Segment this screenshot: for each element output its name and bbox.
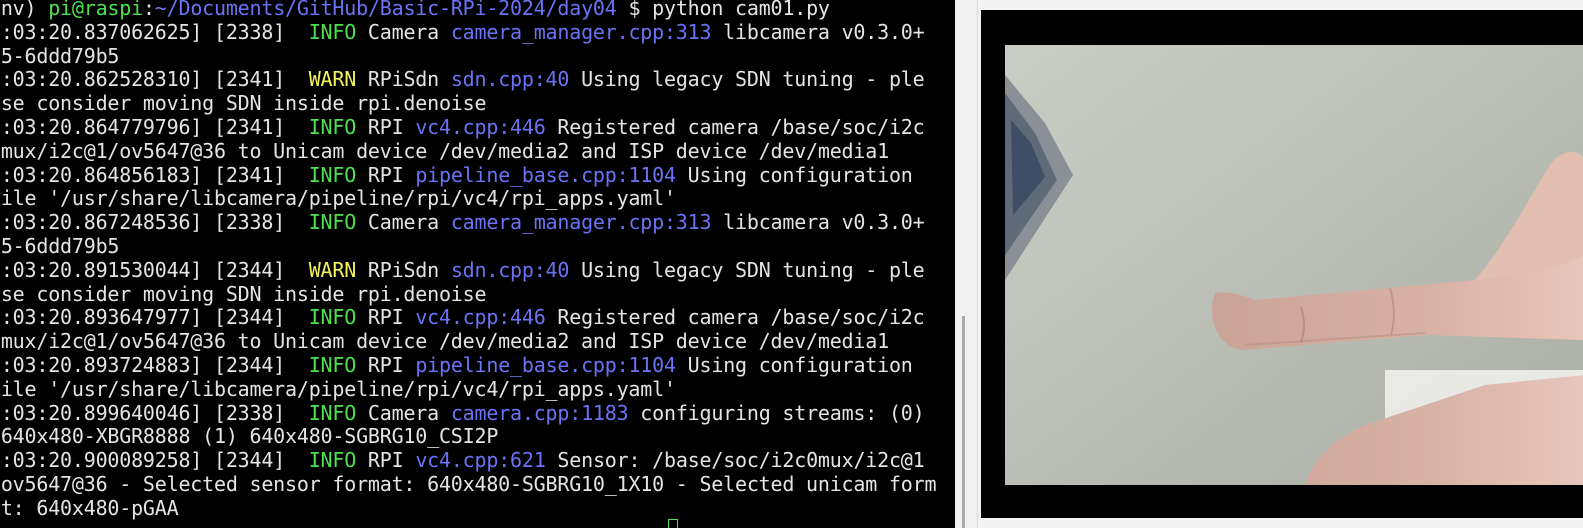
- terminal-segment: b5-6ddd79b5: [0, 233, 120, 258]
- terminal-segment: Using configuration: [675, 162, 913, 187]
- terminal-line: b5-6ddd79b5: [0, 43, 936, 69]
- terminal-segment: Sensor: /base/soc/i2c0mux/i2c@1: [545, 448, 925, 473]
- terminal-line: 0:03:20.837062625] [2338] INFO Camera ca…: [0, 19, 936, 45]
- terminal-line: 0:03:20.864779796] [2341] INFO RPI vc4.c…: [0, 114, 936, 140]
- scrollbar-thumb[interactable]: [962, 316, 965, 528]
- terminal-segment: pipeline_base.cpp:1104: [415, 352, 676, 377]
- camera-feed-picture: [1005, 45, 1583, 485]
- terminal-segment: WARN: [308, 67, 357, 92]
- terminal-line: at: 640x480-pGAA: [0, 495, 936, 521]
- terminal-line: 640x480-XBGR8888 (1) 640x480-SGBRG10_CSI…: [0, 424, 936, 449]
- terminal-segment: RPI: [356, 114, 416, 139]
- terminal-segment: ~/Documents/GitHub/Basic-RPi-2024/day04: [154, 0, 617, 20]
- terminal-segment: Registered camera /base/soc/i2c: [545, 305, 925, 330]
- terminal-segment: RPiSdn: [356, 67, 451, 92]
- terminal-segment: /ov5647@36 - Selected sensor format: 640…: [0, 471, 937, 496]
- terminal-line: 0:03:20.900089258] [2344] INFO RPI vc4.c…: [0, 448, 936, 473]
- terminal-line: env) pi@raspi:~/Documents/GitHub/Basic-R…: [0, 0, 936, 21]
- terminal-segment: vc4.cpp:446: [415, 305, 546, 330]
- terminal-segment: INFO: [308, 210, 357, 235]
- terminal-segment: INFO: [308, 352, 357, 377]
- terminal-segment: 0:03:20.899640046] [2338]: [0, 400, 309, 425]
- terminal-segment: at: 640x480-pGAA: [0, 495, 179, 520]
- terminal-segment: vc4.cpp:621: [415, 448, 546, 473]
- terminal-segment: Using legacy SDN tuning - ple: [569, 67, 925, 92]
- terminal-segment: RPiSdn: [356, 257, 451, 282]
- terminal-segment: pipeline_base.cpp:1104: [415, 162, 676, 187]
- terminal-segment: camera.cpp:1183: [450, 400, 629, 425]
- terminal-segment: 0:03:20.862528310] [2341]: [0, 67, 309, 92]
- camera-preview-window: [978, 0, 1583, 528]
- terminal-output: env) pi@raspi:~/Documents/GitHub/Basic-R…: [0, 0, 936, 521]
- terminal-line: 0:03:20.893724883] [2344] INFO RPI pipel…: [0, 352, 936, 378]
- terminal-segment: 0:03:20.864779796] [2341]: [0, 114, 309, 139]
- terminal-line: b5-6ddd79b5: [0, 233, 936, 259]
- terminal-segment: camera_manager.cpp:313: [450, 19, 712, 44]
- terminal-segment: Using legacy SDN tuning - ple: [569, 257, 925, 282]
- terminal-segment: ase consider moving SDN inside rpi.denoi…: [0, 91, 487, 116]
- window-divider: [955, 0, 978, 528]
- terminal-segment: Camera: [356, 19, 451, 44]
- terminal-segment: sdn.cpp:40: [450, 257, 570, 282]
- terminal-segment: RPI: [356, 352, 416, 377]
- terminal-segment: file '/usr/share/libcamera/pipeline/rpi/…: [0, 186, 676, 211]
- terminal-segment: INFO: [308, 114, 357, 139]
- terminal-segment: file '/usr/share/libcamera/pipeline/rpi/…: [0, 376, 676, 401]
- terminal-segment: 0:03:20.900089258] [2344]: [0, 448, 309, 473]
- terminal-segment: ase consider moving SDN inside rpi.denoi…: [0, 281, 487, 306]
- terminal-line: 0:03:20.864856183] [2341] INFO RPI pipel…: [0, 162, 936, 188]
- terminal-segment: env): [0, 0, 37, 20]
- terminal-segment: Camera: [356, 210, 451, 235]
- terminal-segment: 0:03:20.891530044] [2344]: [0, 257, 309, 282]
- camera-feed-image: [1005, 45, 1583, 485]
- desktop-screen: env) pi@raspi:~/Documents/GitHub/Basic-R…: [0, 0, 1583, 528]
- terminal-window[interactable]: env) pi@raspi:~/Documents/GitHub/Basic-R…: [0, 0, 955, 528]
- terminal-line: 0mux/i2c@1/ov5647@36 to Unicam device /d…: [0, 138, 936, 164]
- terminal-line: file '/usr/share/libcamera/pipeline/rpi/…: [0, 186, 936, 211]
- terminal-line: 0:03:20.893647977] [2344] INFO RPI vc4.c…: [0, 305, 936, 330]
- terminal-segment: camera_manager.cpp:313: [450, 210, 712, 235]
- terminal-segment: INFO: [308, 448, 357, 473]
- terminal-segment: 0:03:20.837062625] [2338]: [0, 19, 309, 44]
- terminal-segment: Registered camera /base/soc/i2c: [545, 114, 925, 139]
- cursor-block-icon: [668, 519, 678, 528]
- terminal-segment: sdn.cpp:40: [450, 67, 570, 92]
- terminal-line: /ov5647@36 - Selected sensor format: 640…: [0, 471, 937, 497]
- terminal-segment: INFO: [308, 305, 357, 330]
- terminal-line: 0:03:20.899640046] [2338] INFO Camera ca…: [0, 400, 936, 426]
- terminal-segment: 0mux/i2c@1/ov5647@36 to Unicam device /d…: [0, 138, 889, 163]
- terminal-segment: RPI: [356, 305, 416, 330]
- terminal-segment: libcamera v0.3.0+: [711, 19, 925, 44]
- terminal-segment: pi@raspi: [48, 0, 143, 20]
- terminal-segment: 0mux/i2c@1/ov5647@36 to Unicam device /d…: [0, 329, 889, 354]
- terminal-line: 0:03:20.891530044] [2344] WARN RPiSdn sd…: [0, 257, 936, 283]
- terminal-line: 0mux/i2c@1/ov5647@36 to Unicam device /d…: [0, 329, 936, 354]
- terminal-segment: RPI: [356, 162, 416, 187]
- camera-preview-frame: [981, 10, 1583, 518]
- terminal-segment: 0:03:20.867248536] [2338]: [0, 210, 309, 235]
- terminal-segment: Using configuration: [675, 352, 913, 377]
- terminal-segment: 0:03:20.893724883] [2344]: [0, 352, 309, 377]
- terminal-segment: 0:03:20.893647977] [2344]: [0, 305, 309, 330]
- terminal-line: 0:03:20.862528310] [2341] WARN RPiSdn sd…: [0, 67, 936, 92]
- terminal-segment: INFO: [308, 162, 357, 187]
- terminal-segment: libcamera v0.3.0+: [711, 210, 925, 235]
- terminal-segment: configuring streams: (0): [628, 400, 925, 425]
- terminal-line: ase consider moving SDN inside rpi.denoi…: [0, 91, 936, 116]
- terminal-segment: WARN: [308, 257, 357, 282]
- terminal-segment: INFO: [308, 19, 357, 44]
- terminal-segment: RPI: [356, 448, 416, 473]
- terminal-segment: b5-6ddd79b5: [0, 43, 120, 68]
- terminal-line: ase consider moving SDN inside rpi.denoi…: [0, 281, 936, 307]
- terminal-segment: vc4.cpp:446: [415, 114, 546, 139]
- terminal-segment: $ python cam01.py: [616, 0, 830, 20]
- terminal-segment: :: [142, 0, 155, 20]
- terminal-segment: INFO: [308, 400, 357, 425]
- terminal-line: 0:03:20.867248536] [2338] INFO Camera ca…: [0, 210, 936, 235]
- terminal-segment: 0:03:20.864856183] [2341]: [0, 162, 309, 187]
- terminal-line: file '/usr/share/libcamera/pipeline/rpi/…: [0, 376, 936, 402]
- terminal-segment: 640x480-XBGR8888 (1) 640x480-SGBRG10_CSI…: [0, 424, 499, 449]
- terminal-segment: Camera: [356, 400, 451, 425]
